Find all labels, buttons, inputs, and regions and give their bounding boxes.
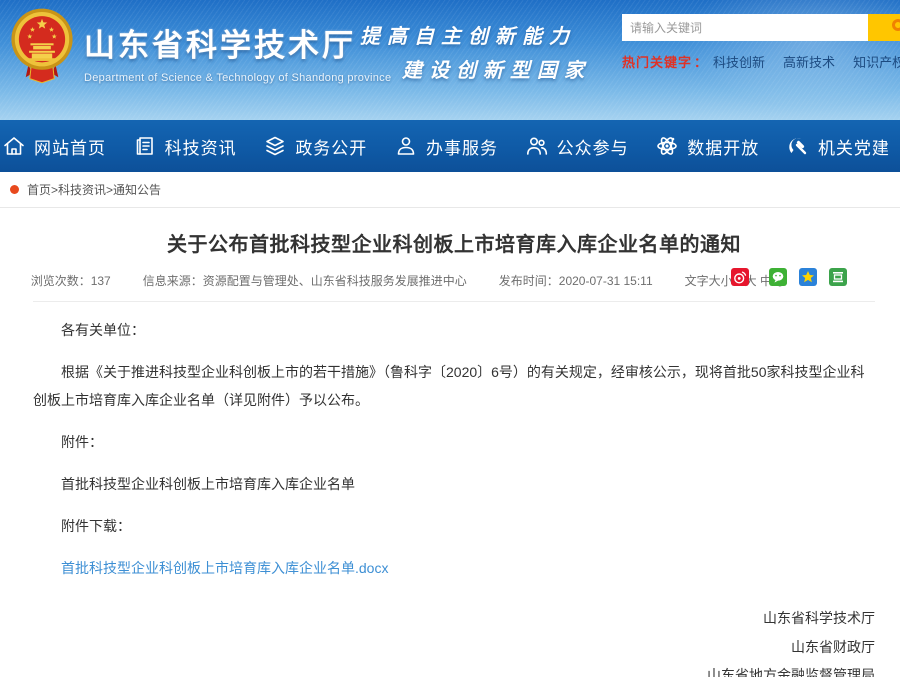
nav-item-label: 数据开放 xyxy=(687,134,759,159)
signature-block: 山东省科学技术厅 山东省财政厅 山东省地方金融监督管理局 国家税务总局山东省税务… xyxy=(33,604,875,677)
person-icon xyxy=(394,134,418,158)
nav-item-public-participation[interactable]: 公众参与 xyxy=(525,134,629,159)
site-title: 山东省科学技术厅 xyxy=(84,20,391,65)
attachment-download-link[interactable]: 首批科技型企业科创板上市培育库入库企业名单.docx xyxy=(61,560,388,576)
nav-item-news[interactable]: 科技资讯 xyxy=(133,134,237,159)
breadcrumb-dot-icon xyxy=(10,185,19,194)
views-field: 浏览次数：137 xyxy=(31,272,111,289)
article: 关于公布首批科技型企业科创板上市培育库入库企业名单的通知 浏览次数：137 信息… xyxy=(0,228,900,677)
views-label: 浏览次数： xyxy=(31,274,91,288)
source-value: 资源配置与管理处、山东省科技服务发展推进中心 xyxy=(203,274,467,288)
nav-item-label: 政务公开 xyxy=(295,134,367,159)
wechat-icon[interactable] xyxy=(769,268,787,286)
breadcrumb-bar: 首页>科技资讯>通知公告 xyxy=(0,172,900,208)
site-header: 山东省科学技术厅 Department of Science & Technol… xyxy=(0,0,900,120)
signature-line: 山东省科学技术厅 xyxy=(33,604,875,633)
hot-keyword-link-ip[interactable]: 知识产权 xyxy=(853,52,900,71)
douban-icon[interactable] xyxy=(829,268,847,286)
search-input[interactable] xyxy=(622,14,868,41)
hot-keywords-label: 热门关键字 xyxy=(622,52,692,71)
party-icon xyxy=(786,134,810,158)
views-count: 137 xyxy=(91,274,111,288)
article-meta: 浏览次数：137 信息来源：资源配置与管理处、山东省科技服务发展推进中心 发布时… xyxy=(33,272,875,289)
nav-item-label: 网站首页 xyxy=(34,134,106,159)
national-emblem-logo xyxy=(8,6,76,86)
hot-keyword-link-high-tech[interactable]: 高新技术 xyxy=(783,52,835,71)
nav-item-label: 科技资讯 xyxy=(165,134,237,159)
main-nav: 网站首页 科技资讯 政务公开 办事服务 公众参与 xyxy=(0,120,900,172)
hot-keyword-link-tech-innovation[interactable]: 科技创新 xyxy=(713,52,765,71)
page: 山东省科学技术厅 Department of Science & Technol… xyxy=(0,0,900,677)
people-icon xyxy=(525,134,549,158)
source-field: 信息来源：资源配置与管理处、山东省科技服务发展推进中心 xyxy=(143,272,467,289)
publish-field: 发布时间：2020-07-31 15:11 xyxy=(499,272,653,289)
download-label: 附件下载： xyxy=(33,512,875,540)
slogan-line2: 建设创新型国家 xyxy=(360,54,591,83)
brand-block[interactable]: 山东省科学技术厅 Department of Science & Technol… xyxy=(8,6,391,86)
hot-keywords-row: 热门关键字 ： 科技创新 高新技术 知识产权 xyxy=(622,52,900,71)
qzone-icon[interactable] xyxy=(799,268,817,286)
attachment-name: 首批科技型企业科创板上市培育库入库企业名单 xyxy=(33,470,875,498)
news-icon xyxy=(133,134,157,158)
publish-time: 2020-07-31 15:11 xyxy=(559,274,653,288)
search-button[interactable] xyxy=(868,14,900,41)
breadcrumb[interactable]: 首页>科技资讯>通知公告 xyxy=(27,181,161,198)
meta-divider xyxy=(33,301,875,302)
salutation: 各有关单位： xyxy=(33,316,875,344)
article-body: 各有关单位： 根据《关于推进科技型企业科创板上市的若干措施》（鲁科字〔2020〕… xyxy=(33,316,875,582)
attachment-label: 附件： xyxy=(33,428,875,456)
font-size-control[interactable]: 文字大小：大 中 小 xyxy=(685,272,878,289)
atom-icon xyxy=(655,134,679,158)
hot-keywords-colon: ： xyxy=(694,52,707,71)
search-icon xyxy=(892,19,900,31)
weibo-icon[interactable] xyxy=(731,268,749,286)
banner-slogan: 提高自主创新能力 建设创新型国家 xyxy=(360,20,591,83)
nav-item-label: 办事服务 xyxy=(426,134,498,159)
signature-line: 山东省财政厅 xyxy=(33,633,875,662)
search-area: 热门关键字 ： 科技创新 高新技术 知识产权 xyxy=(622,14,900,71)
nav-item-open-data[interactable]: 数据开放 xyxy=(655,134,759,159)
nav-item-gov-affairs[interactable]: 政务公开 xyxy=(263,134,367,159)
source-label: 信息来源： xyxy=(143,274,203,288)
nav-item-party-building[interactable]: 机关党建 xyxy=(786,134,890,159)
nav-item-label: 公众参与 xyxy=(557,134,629,159)
nav-item-services[interactable]: 办事服务 xyxy=(394,134,498,159)
nav-item-home[interactable]: 网站首页 xyxy=(2,134,106,159)
body-paragraph: 根据《关于推进科技型企业科创板上市的若干措施》（鲁科字〔2020〕6号）的有关规… xyxy=(33,358,875,414)
publish-label: 发布时间： xyxy=(499,274,559,288)
nav-item-label: 机关党建 xyxy=(818,134,890,159)
signature-line: 山东省地方金融监督管理局 xyxy=(33,661,875,677)
layers-icon xyxy=(263,134,287,158)
slogan-line1: 提高自主创新能力 xyxy=(360,20,591,49)
home-icon xyxy=(2,134,26,158)
page-title: 关于公布首批科技型企业科创板上市培育库入库企业名单的通知 xyxy=(33,228,875,257)
site-title-en: Department of Science & Technology of Sh… xyxy=(84,72,391,84)
